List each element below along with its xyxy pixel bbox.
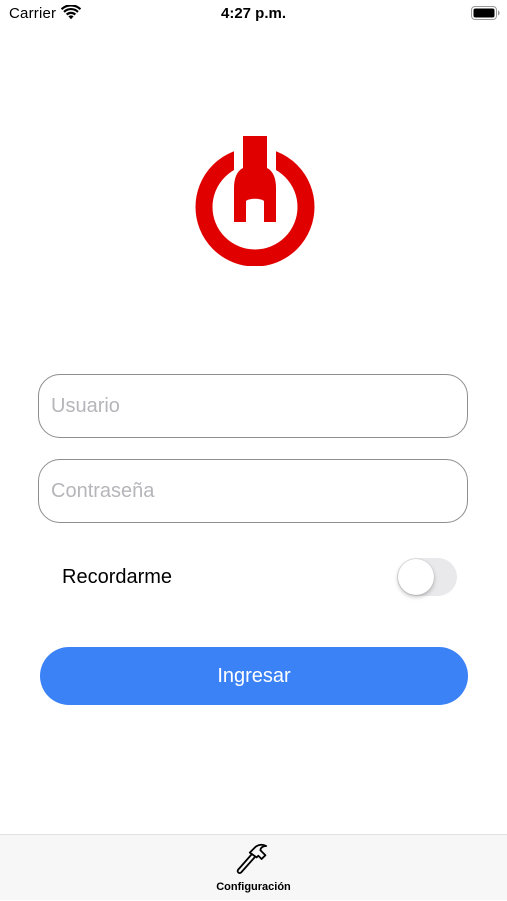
status-bar: Carrier 4:27 p.m.	[0, 0, 507, 30]
tab-configuracion[interactable]: Configuración	[193, 835, 314, 901]
remember-me-toggle[interactable]	[397, 558, 457, 596]
login-button[interactable]: Ingresar	[40, 647, 468, 705]
status-time: 4:27 p.m.	[220, 5, 287, 22]
tab-label: Configuración	[216, 881, 291, 893]
username-field[interactable]	[38, 374, 468, 438]
battery-icon	[471, 6, 500, 20]
password-input[interactable]	[51, 460, 451, 522]
username-input[interactable]	[51, 375, 451, 437]
password-field[interactable]	[38, 459, 468, 523]
power-wrench-logo	[195, 136, 315, 266]
remember-me-label: Recordarme	[62, 566, 173, 588]
tab-bar: Configuración	[0, 834, 507, 900]
hammer-icon	[236, 843, 268, 874]
toggle-knob	[398, 559, 434, 595]
